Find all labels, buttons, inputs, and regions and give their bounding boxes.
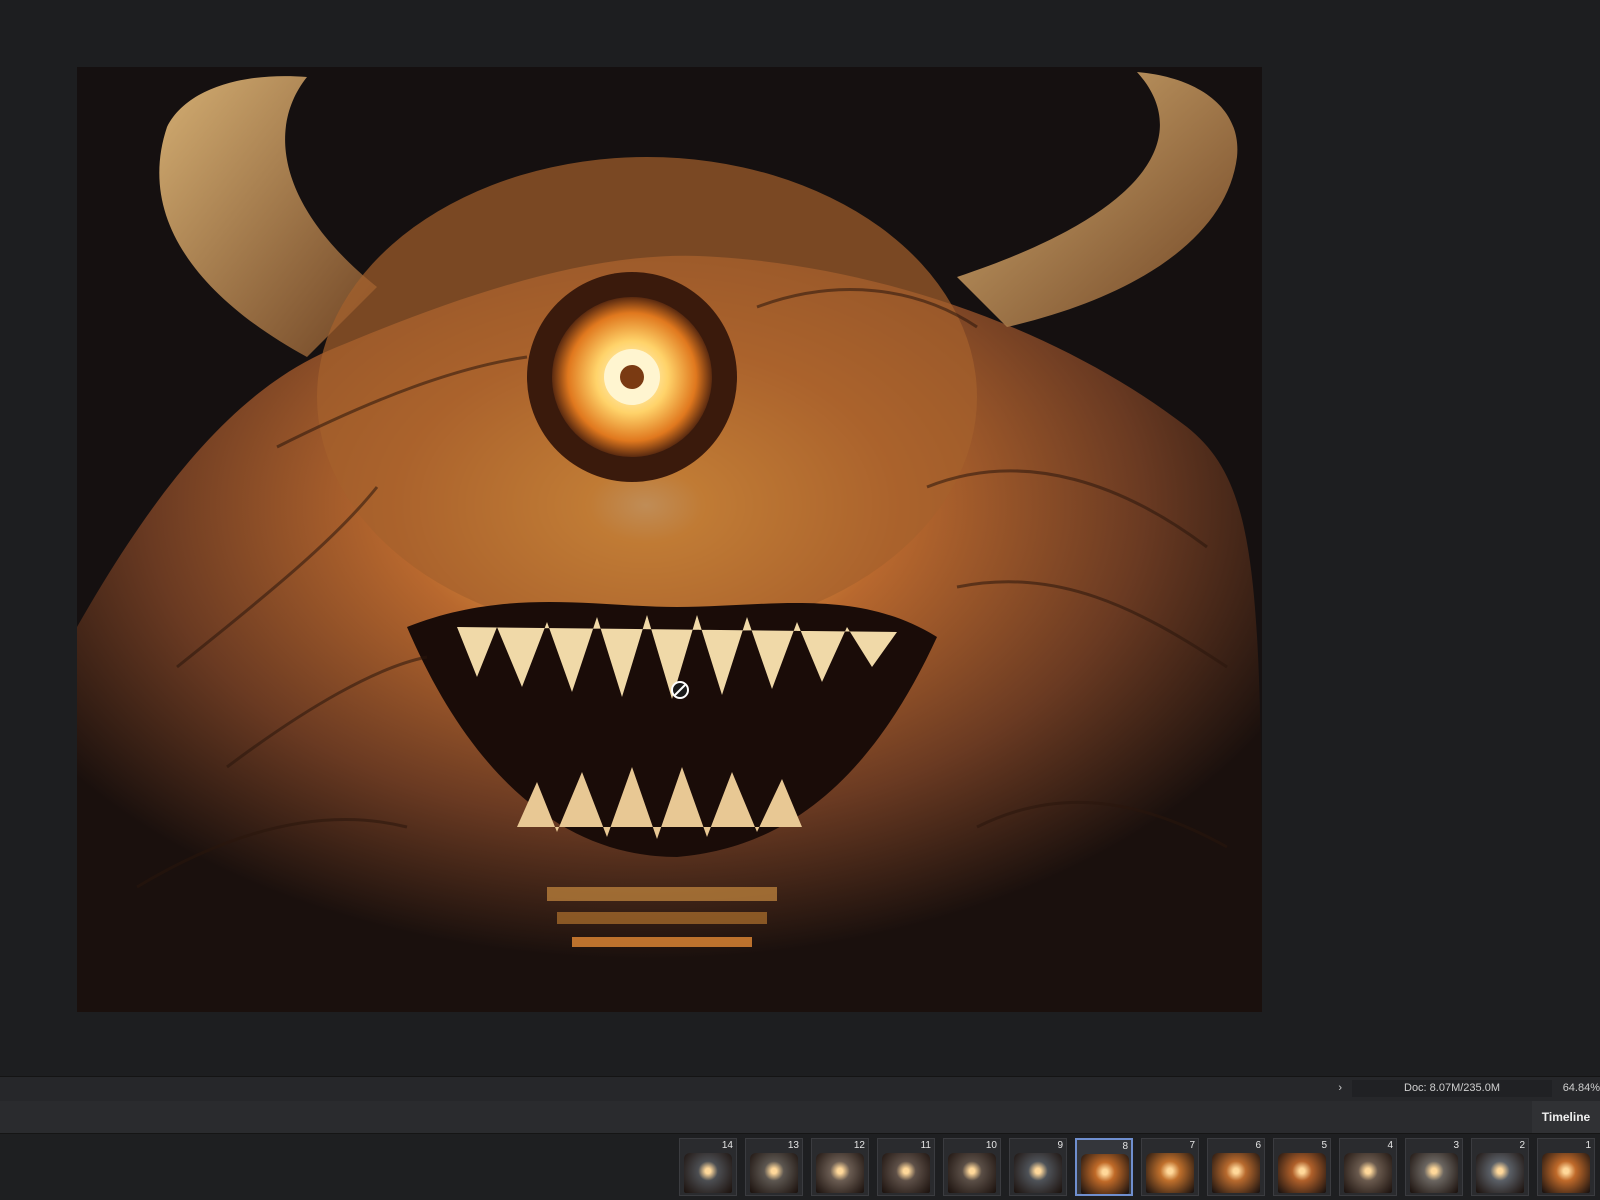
timeline-frame[interactable]: 14 [679,1138,737,1196]
frame-number: 2 [1519,1140,1525,1151]
frame-thumbnail [1410,1153,1458,1193]
demon-artwork-svg [77,67,1262,1012]
frame-number: 14 [721,1140,733,1151]
frame-thumbnail [1278,1153,1326,1193]
frame-number: 8 [1122,1141,1128,1152]
status-menu-arrow-icon[interactable]: › [1338,1082,1342,1094]
timeline-frame[interactable]: 2 [1471,1138,1529,1196]
frame-number: 3 [1453,1140,1459,1151]
frame-number: 11 [920,1140,931,1151]
frame-thumbnail [882,1153,930,1193]
timeline-frame[interactable]: 6 [1207,1138,1265,1196]
status-bar: › Doc: 8.07M/235.0M 64.84% [0,1076,1600,1102]
demon-artwork-image [77,67,1262,1012]
frame-thumbnail [816,1153,864,1193]
frame-thumbnail [1146,1153,1194,1193]
frame-thumbnail [948,1153,996,1193]
frame-thumbnail [684,1153,732,1193]
timeline-frame[interactable]: 9 [1009,1138,1067,1196]
no-entry-cursor-icon [671,681,689,699]
timeline-panel-header: Timeline [0,1101,1600,1134]
frame-number: 13 [787,1140,799,1151]
document-canvas[interactable] [0,0,1600,1076]
frame-number: 12 [853,1140,865,1151]
document-size-readout: Doc: 8.07M/235.0M [1352,1080,1552,1097]
timeline-frame[interactable]: 13 [745,1138,803,1196]
timeline-frame[interactable]: 10 [943,1138,1001,1196]
frame-number: 6 [1255,1140,1261,1151]
tab-timeline[interactable]: Timeline [1532,1101,1600,1133]
zoom-level-field[interactable]: 64.84% [1558,1082,1600,1094]
frame-thumbnail [750,1153,798,1193]
timeline-frame[interactable]: 4 [1339,1138,1397,1196]
frame-thumbnail [1212,1153,1260,1193]
frame-thumbnail [1014,1153,1062,1193]
timeline-frames-strip: 1 2 3 4 5 6 7 8 9 10 11 12 13 14 [0,1134,1600,1200]
frame-number: 5 [1321,1140,1327,1151]
frame-thumbnail [1542,1153,1590,1193]
frame-number: 4 [1387,1140,1393,1151]
frame-thumbnail [1344,1153,1392,1193]
frame-number: 10 [985,1140,997,1151]
timeline-frame[interactable]: 3 [1405,1138,1463,1196]
timeline-frame[interactable]: 5 [1273,1138,1331,1196]
timeline-frame[interactable]: 8 [1075,1138,1133,1196]
frame-number: 1 [1585,1140,1591,1151]
timeline-frame[interactable]: 1 [1537,1138,1595,1196]
frame-thumbnail [1476,1153,1524,1193]
frame-number: 9 [1057,1140,1063,1151]
frame-number: 7 [1189,1140,1195,1151]
timeline-frame[interactable]: 12 [811,1138,869,1196]
timeline-frame[interactable]: 11 [877,1138,935,1196]
frame-thumbnail [1081,1154,1129,1194]
timeline-frame[interactable]: 7 [1141,1138,1199,1196]
